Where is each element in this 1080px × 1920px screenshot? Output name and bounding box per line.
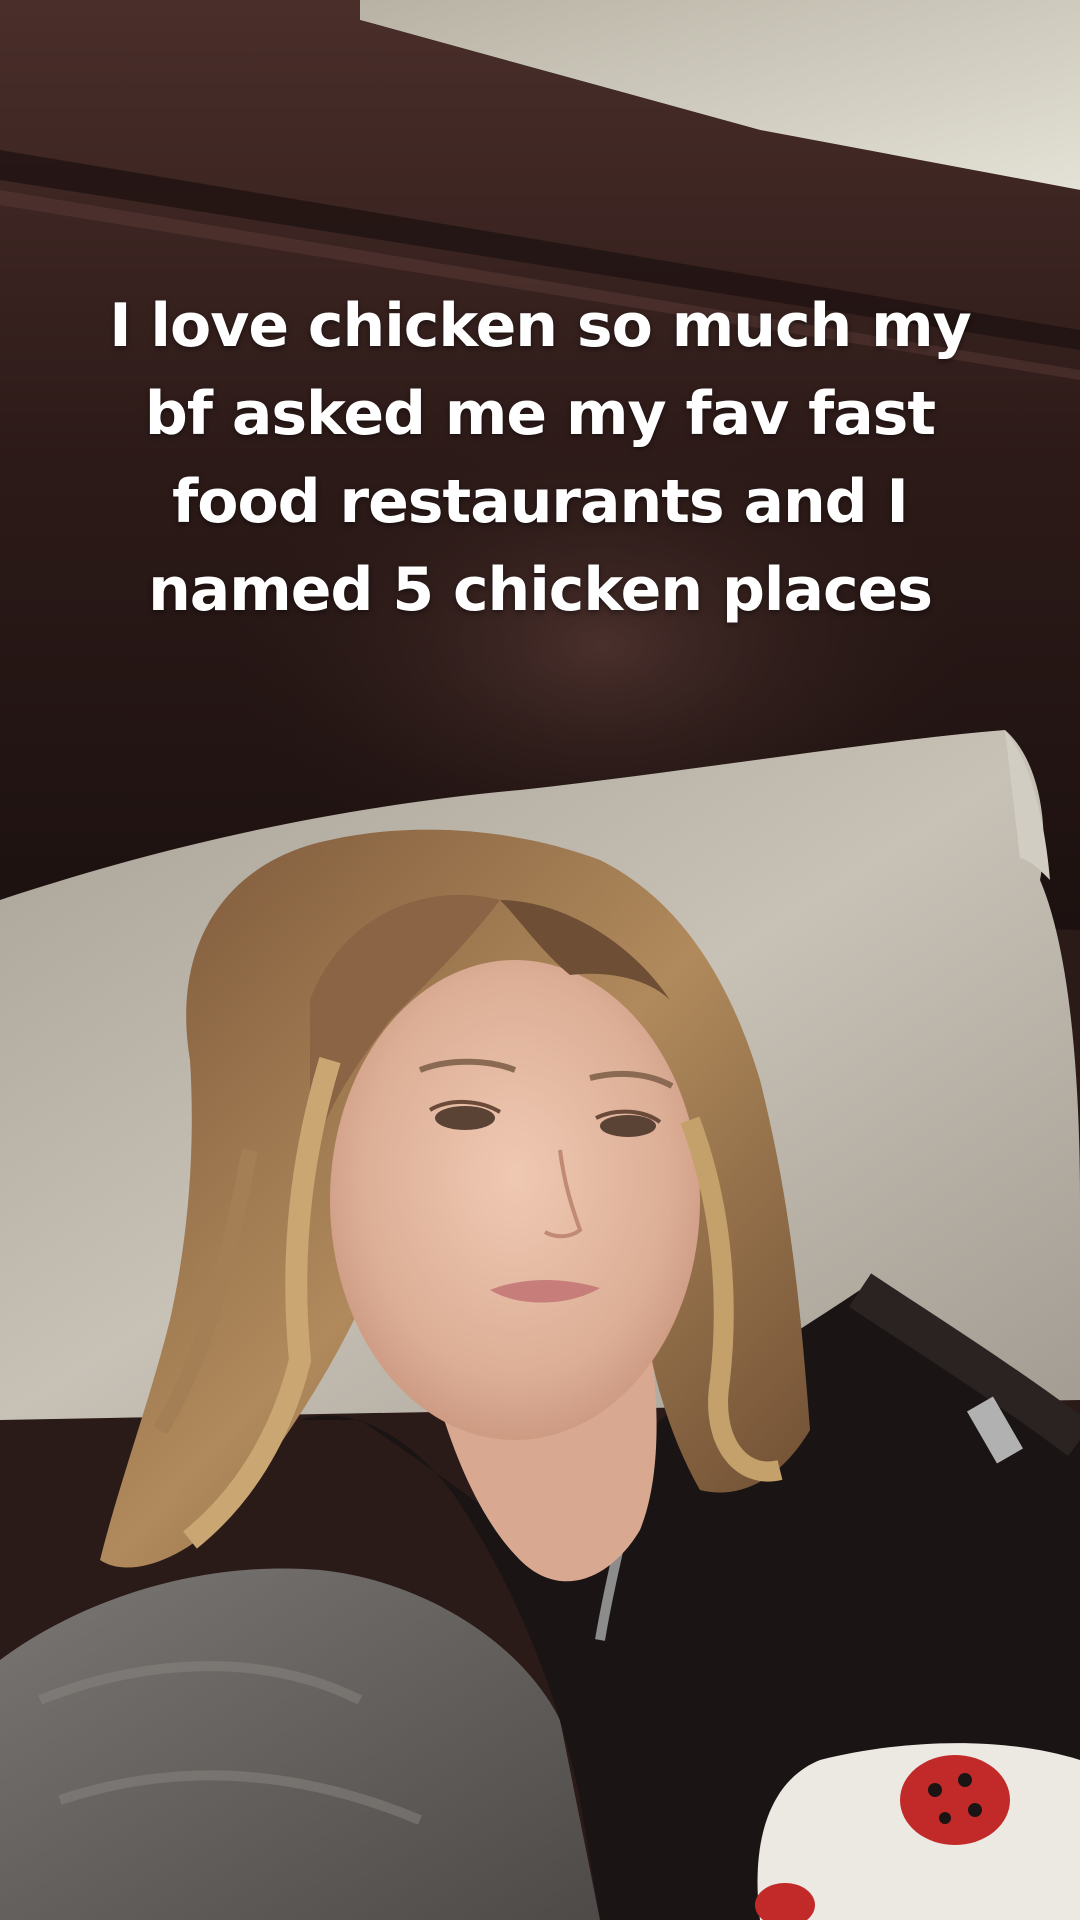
- caption-line: I love chicken so much my: [109, 291, 972, 361]
- video-frame: I love chicken so much my bf asked me my…: [0, 0, 1080, 1920]
- caption-line: food restaurants and I: [172, 467, 909, 537]
- caption-overlay: I love chicken so much my bf asked me my…: [60, 282, 1020, 634]
- caption-line: bf asked me my fav fast: [144, 379, 936, 449]
- caption-line: named 5 chicken places: [148, 555, 933, 625]
